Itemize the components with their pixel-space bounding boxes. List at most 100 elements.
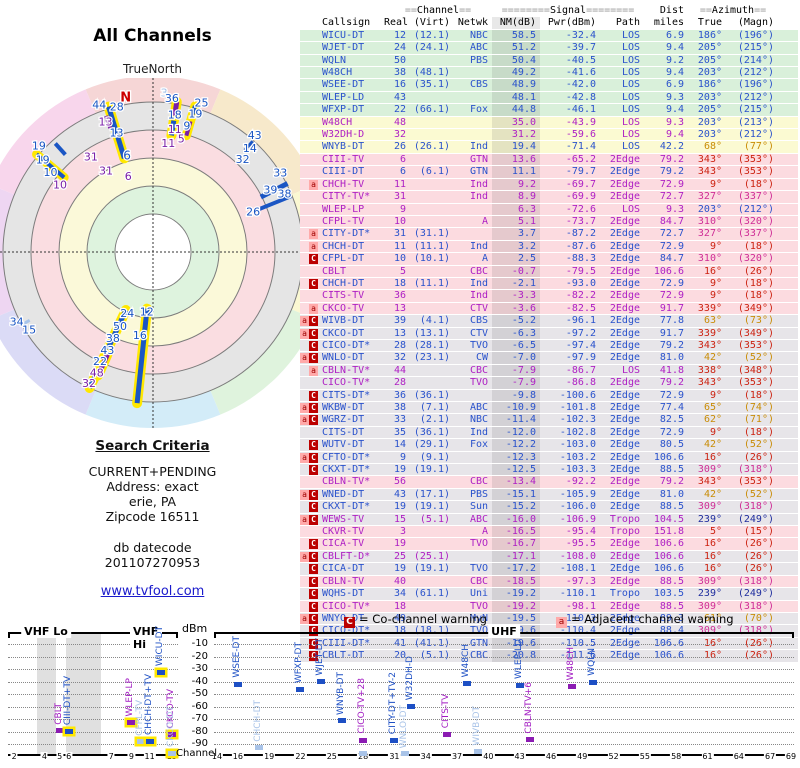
cell-power: -103.0 bbox=[559, 439, 596, 451]
table-row: C CBLN-TV 40 CBC -18.5 -97.3 2Edge 88.5 309° (318… bbox=[300, 574, 798, 588]
cell-miles: 106.6 bbox=[653, 538, 684, 550]
channel-label: 9 bbox=[183, 119, 190, 132]
cell-path: LOS bbox=[621, 29, 640, 41]
cell-virtual bbox=[410, 216, 454, 227]
cell-power: -42.8 bbox=[565, 91, 596, 103]
cell-miles: 104.5 bbox=[653, 513, 684, 525]
co-channel-icon: C bbox=[309, 551, 318, 562]
cell-true-azimuth: 65° bbox=[703, 402, 722, 413]
warning-markers bbox=[300, 141, 320, 152]
station-bar-label: CHCH-DT+TV bbox=[143, 674, 154, 735]
cell-virtual: (5.1) bbox=[419, 513, 450, 525]
cell-network bbox=[454, 551, 492, 562]
table-row: a CITY-DT* 31 (31.1) 3.7 -87.2 2Edge 72.7 327° (3… bbox=[300, 227, 798, 240]
cell-true-azimuth: 203° bbox=[697, 203, 722, 215]
cell-path: 2Edge bbox=[609, 153, 640, 165]
cell-miles: 106.6 bbox=[653, 563, 684, 575]
cell-true-azimuth: 16° bbox=[703, 538, 722, 550]
table-row: WJET-DT 24 (24.1) ABC 51.2 -39.7 LOS 9.4 205° (21… bbox=[300, 41, 798, 54]
column-header-pwrdbm: Pwr(dBm) bbox=[547, 17, 596, 29]
warning-markers: aC bbox=[300, 352, 320, 364]
cell-power: -110.1 bbox=[559, 588, 596, 600]
search-criteria-lines: CURRENT+PENDING Address: exact erie, PA Zip… bbox=[0, 464, 305, 570]
warning-markers: aC bbox=[300, 315, 320, 327]
channel-label: 18 bbox=[168, 109, 182, 122]
cell-virtual: (19.1) bbox=[413, 464, 450, 476]
channel-tick-label: 34 bbox=[419, 752, 432, 761]
warning-markers: C bbox=[300, 278, 320, 289]
cell-magnetic-azimuth: (337°) bbox=[737, 228, 774, 240]
cell-power: -87.2 bbox=[565, 228, 596, 240]
cell-virtual: (36.1) bbox=[413, 389, 450, 401]
table-row: W48CH 38 (48.1) 49.2 -41.6 LOS 9.4 203° (212°) bbox=[300, 66, 798, 79]
cell-callsign: CIII-TV bbox=[322, 153, 365, 165]
cell-nm: -13.4 bbox=[492, 476, 540, 488]
search-criteria: Search Criteria CURRENT+PENDING Address: … bbox=[0, 438, 305, 570]
cell-callsign: WIVB-DT bbox=[322, 315, 365, 327]
cell-magnetic-azimuth: (52°) bbox=[743, 439, 774, 451]
table-row: a C WNED-DT 43 (17.1) PBS -15.1 -105.9 2Edge 81.0… bbox=[300, 487, 798, 501]
cell-virtual: (11.1) bbox=[413, 277, 450, 289]
cell-path: 2Edge bbox=[609, 389, 640, 401]
cell-magnetic-azimuth: (18°) bbox=[743, 389, 774, 401]
cell-miles: 9.4 bbox=[665, 129, 684, 141]
cell-real: 34 bbox=[393, 588, 406, 600]
cell-miles: 103.5 bbox=[653, 588, 684, 600]
channel-tick-label: 11 bbox=[143, 752, 156, 761]
cell-virtual: (66.1) bbox=[413, 104, 450, 116]
cell-network: GTN bbox=[469, 153, 488, 165]
cell-virtual: (23.1) bbox=[413, 352, 450, 364]
cell-power: -65.2 bbox=[565, 153, 596, 165]
cell-real: 19 bbox=[393, 563, 406, 575]
cell-miles: 9.4 bbox=[665, 67, 684, 79]
cell-callsign: WJET-DT bbox=[322, 42, 365, 54]
station-bar-label: CICO-TV+28 bbox=[357, 678, 368, 734]
cell-magnetic-azimuth: (77°) bbox=[743, 141, 774, 153]
warning-markers bbox=[300, 104, 320, 115]
cell-miles: 9.3 bbox=[665, 91, 684, 103]
cell-power: -82.2 bbox=[565, 290, 596, 302]
cell-magnetic-azimuth: (318°) bbox=[737, 464, 774, 476]
warning-markers bbox=[300, 427, 320, 438]
tvfool-link[interactable]: www.tvfool.com bbox=[101, 584, 205, 599]
cell-true-azimuth: 339° bbox=[697, 327, 722, 339]
dbm-tick-label: -20 bbox=[191, 650, 208, 662]
cell-path: 2Edge bbox=[609, 501, 640, 513]
signal-bar bbox=[473, 749, 482, 755]
cell-true-azimuth: 310° bbox=[697, 253, 722, 265]
cell-path: 2Edge bbox=[609, 302, 640, 314]
cell-network: Ind bbox=[469, 277, 488, 289]
table-row: a CHCH-TV 11 Ind 9.2 -69.7 2Edge 72.9 9° (18°) bbox=[300, 177, 798, 191]
cell-virtual bbox=[410, 601, 454, 612]
warning-markers: aC bbox=[300, 514, 320, 525]
cell-network: NBC bbox=[469, 414, 488, 426]
signal-bar bbox=[588, 679, 597, 685]
cell-path: 2Edge bbox=[609, 240, 640, 252]
cell-virtual: (29.1) bbox=[413, 439, 450, 451]
channel-label: 31 bbox=[99, 165, 113, 178]
cell-power: -59.6 bbox=[565, 129, 596, 141]
station-bar-label: CITY-DT+TV-2 bbox=[388, 672, 399, 735]
cell-nm: -6.5 bbox=[492, 339, 540, 352]
channel-tick-label: 52 bbox=[607, 752, 620, 761]
table-row: C CHCH-DT 18 (11.1) Ind -2.1 -93.0 2Edge 72.9 9° (… bbox=[300, 276, 798, 290]
warning-markers: C bbox=[300, 464, 320, 476]
cell-nm: 48.1 bbox=[492, 91, 540, 104]
cell-miles: 72.7 bbox=[659, 228, 684, 240]
cell-magnetic-azimuth: (196°) bbox=[737, 79, 774, 91]
cell-miles: 72.9 bbox=[659, 240, 684, 252]
cell-path: LOS bbox=[621, 54, 640, 66]
cell-miles: 81.0 bbox=[659, 352, 684, 364]
cell-callsign: CICO-DT* bbox=[322, 339, 371, 351]
cell-callsign: WFXP-DT bbox=[322, 104, 365, 116]
warning-markers bbox=[300, 526, 320, 537]
cell-real: 14 bbox=[393, 439, 406, 451]
warning-markers bbox=[300, 216, 320, 227]
cell-nm: 44.8 bbox=[492, 104, 540, 116]
cell-callsign: W48CH bbox=[322, 67, 353, 79]
uhf-signal-panel: UHF 14 16 19 22 25 28 31 34 37 40 43 46 49 52 55 58 61 64 6… bbox=[210, 625, 798, 761]
cell-callsign: W48CH bbox=[322, 116, 353, 128]
gridline bbox=[214, 719, 794, 720]
channel-tick-label: 6 bbox=[65, 752, 73, 761]
cell-true-azimuth: 62° bbox=[703, 414, 722, 426]
